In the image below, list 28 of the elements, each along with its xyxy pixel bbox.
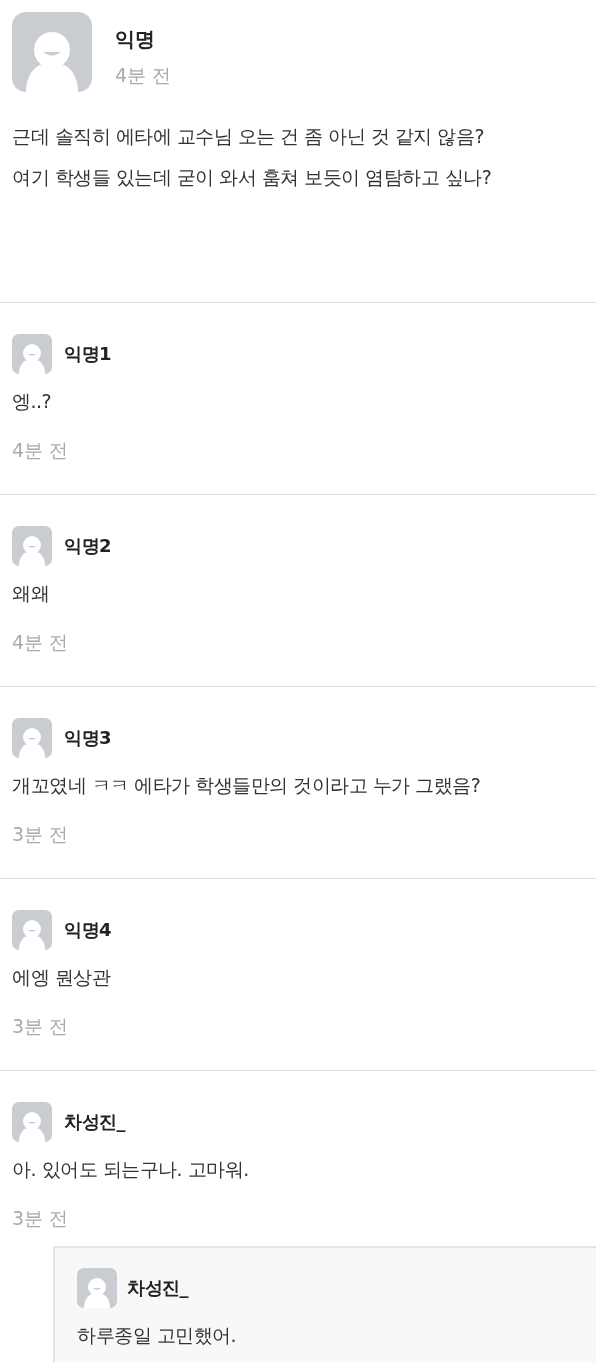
avatar-icon <box>12 718 52 758</box>
avatar-icon <box>12 526 52 566</box>
post-time: 4분 전 <box>115 63 172 88</box>
reply-text: 하루종일 고민했어. <box>77 1323 238 1348</box>
comment-text: 엥..? <box>12 389 53 414</box>
author-name: 익명 <box>115 26 156 53</box>
comment-text: 에엥 뭔상관 <box>12 965 112 990</box>
comment-time: 4분 전 <box>12 438 70 463</box>
avatar-icon <box>77 1268 117 1308</box>
post-text: 여기 학생들 있는데 굳이 와서 훔쳐 보듯이 염탐하고 싶나? <box>12 165 493 190</box>
comment-time: 3분 전 <box>12 1206 70 1231</box>
comment-author: 익명4 <box>64 918 112 942</box>
post-text: 근데 솔직히 에타에 교수님 오는 건 좀 아닌 것 같지 않음? <box>12 124 485 149</box>
comment-author: 익명2 <box>64 534 112 558</box>
comment-author: 차성진_ <box>127 1276 188 1300</box>
avatar-icon <box>12 334 52 374</box>
comment-text: 아. 있어도 되는구나. 고마워. <box>12 1157 250 1182</box>
avatar-icon <box>12 910 52 950</box>
comment-author: 익명1 <box>64 342 112 366</box>
comment-text: 개꼬였네 ㅋㅋ 에타가 학생들만의 것이라고 누가 그랬음? <box>12 773 482 798</box>
comment-time: 3분 전 <box>12 1014 70 1039</box>
comment-time: 4분 전 <box>12 630 70 655</box>
comment-time: 3분 전 <box>12 822 70 847</box>
avatar-icon <box>12 1102 52 1142</box>
avatar-icon <box>12 12 92 92</box>
comment-text: 왜왜 <box>12 581 50 606</box>
comment-author: 차성진_ <box>64 1110 125 1134</box>
comment-author: 익명3 <box>64 726 112 750</box>
